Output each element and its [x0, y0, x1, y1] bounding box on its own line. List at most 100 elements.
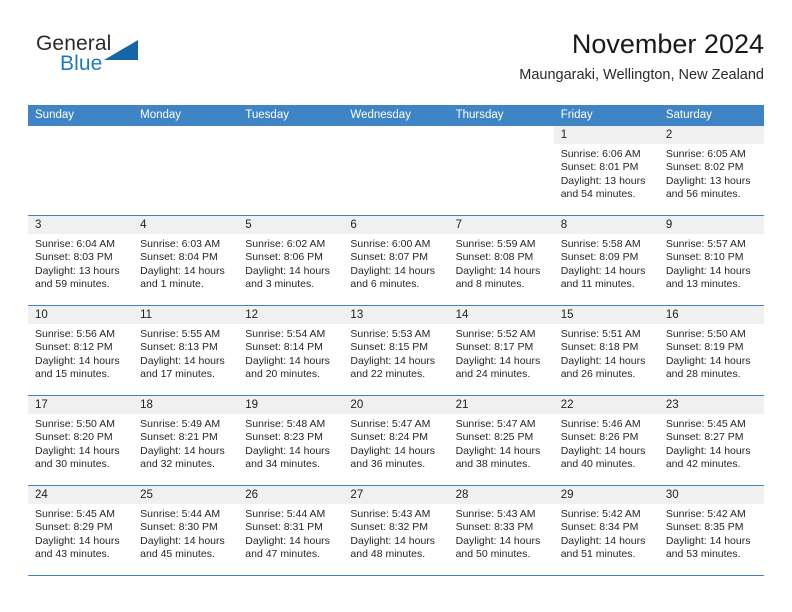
calendar-day-cell[interactable]: 20 Sunrise: 5:47 AM Sunset: 8:24 PM Dayligh…: [343, 396, 449, 485]
calendar-day-cell[interactable]: 7 Sunrise: 5:59 AM Sunset: 8:08 PM Daylight…: [448, 216, 554, 305]
calendar-day-cell[interactable]: 17 Sunrise: 5:50 AM Sunset: 8:20 PM Dayligh…: [28, 396, 134, 485]
daylight-text: Daylight: 14 hours: [560, 444, 646, 457]
logo-text-blue: Blue: [60, 52, 103, 75]
sunrise-text: Sunrise: 5:54 AM: [245, 328, 326, 340]
day-details: Sunrise: 5:50 AM Sunset: 8:19 PM Daylight:…: [659, 324, 764, 382]
day-details: Sunrise: 5:48 AM Sunset: 8:23 PM Daylight:…: [238, 414, 343, 472]
day-details: Sunrise: 6:02 AM Sunset: 8:06 PM Daylight:…: [238, 234, 343, 292]
daylight-text-cont: and 47 minutes.: [245, 548, 320, 561]
calendar-day-cell[interactable]: 22 Sunrise: 5:46 AM Sunset: 8:26 PM Dayligh…: [553, 396, 659, 485]
day-details: Sunrise: 5:51 AM Sunset: 8:18 PM Daylight:…: [554, 324, 659, 382]
day-number: 14: [448, 306, 554, 324]
calendar-day-cell[interactable]: 30 Sunrise: 5:42 AM Sunset: 8:35 PM Dayligh…: [658, 486, 764, 575]
calendar-day-cell-empty: [28, 126, 134, 215]
daylight-text: Daylight: 14 hours: [455, 264, 541, 277]
calendar-day-cell[interactable]: 26 Sunrise: 5:44 AM Sunset: 8:31 PM Dayligh…: [238, 486, 344, 575]
sunset-text: Sunset: 8:13 PM: [140, 341, 218, 354]
daylight-text-cont: and 34 minutes.: [245, 458, 320, 471]
calendar-day-cell[interactable]: 28 Sunrise: 5:43 AM Sunset: 8:33 PM Dayligh…: [448, 486, 554, 575]
daylight-text: Daylight: 14 hours: [560, 534, 646, 547]
calendar-day-cell[interactable]: 19 Sunrise: 5:48 AM Sunset: 8:23 PM Dayligh…: [238, 396, 344, 485]
day-details: Sunrise: 5:44 AM Sunset: 8:30 PM Daylight:…: [133, 504, 238, 562]
calendar-day-cell[interactable]: 21 Sunrise: 5:47 AM Sunset: 8:25 PM Dayligh…: [448, 396, 554, 485]
calendar-day-cell[interactable]: 27 Sunrise: 5:43 AM Sunset: 8:32 PM Dayligh…: [343, 486, 449, 575]
day-number: 6: [343, 216, 449, 234]
daylight-text: Daylight: 14 hours: [350, 354, 436, 367]
calendar-day-cell[interactable]: 29 Sunrise: 5:42 AM Sunset: 8:34 PM Dayligh…: [553, 486, 659, 575]
calendar-day-cell[interactable]: 11 Sunrise: 5:55 AM Sunset: 8:13 PM Dayligh…: [133, 306, 239, 395]
calendar-day-cell[interactable]: 8 Sunrise: 5:58 AM Sunset: 8:09 PM Daylight…: [553, 216, 659, 305]
daylight-text-cont: and 30 minutes.: [35, 458, 110, 471]
calendar-day-cell[interactable]: 4 Sunrise: 6:03 AM Sunset: 8:04 PM Daylight…: [133, 216, 239, 305]
sunrise-text: Sunrise: 5:55 AM: [140, 328, 221, 340]
daylight-text-cont: and 28 minutes.: [665, 368, 741, 381]
daylight-text-cont: and 24 minutes.: [455, 368, 531, 381]
calendar-week-row: 17 Sunrise: 5:50 AM Sunset: 8:20 PM Dayligh…: [28, 395, 764, 485]
page-title: November 2024: [571, 29, 764, 59]
sunset-text: Sunset: 8:31 PM: [245, 521, 323, 534]
day-number: 5: [238, 216, 344, 234]
daylight-text-cont: and 17 minutes.: [140, 368, 215, 381]
day-details: Sunrise: 5:43 AM Sunset: 8:33 PM Daylight:…: [449, 504, 554, 562]
calendar-day-cell[interactable]: 10 Sunrise: 5:56 AM Sunset: 8:12 PM Dayligh…: [28, 306, 134, 395]
daylight-text-cont: and 32 minutes.: [140, 458, 215, 471]
sunrise-text: Sunrise: 5:53 AM: [350, 328, 431, 340]
sunrise-text: Sunrise: 5:49 AM: [140, 418, 221, 430]
day-details: Sunrise: 5:49 AM Sunset: 8:21 PM Daylight:…: [133, 414, 238, 472]
day-number: [343, 126, 449, 144]
sunrise-text: Sunrise: 6:04 AM: [35, 238, 115, 250]
calendar-day-cell[interactable]: 18 Sunrise: 5:49 AM Sunset: 8:21 PM Dayligh…: [133, 396, 239, 485]
calendar-day-cell[interactable]: 24 Sunrise: 5:45 AM Sunset: 8:29 PM Dayligh…: [28, 486, 134, 575]
sunset-text: Sunset: 8:21 PM: [140, 431, 218, 444]
sunset-text: Sunset: 8:04 PM: [140, 251, 218, 264]
daylight-text-cont: and 22 minutes.: [350, 368, 426, 381]
calendar-day-cell[interactable]: 13 Sunrise: 5:53 AM Sunset: 8:15 PM Dayligh…: [343, 306, 449, 395]
calendar-day-cell-empty: [238, 126, 344, 215]
day-details: Sunrise: 5:46 AM Sunset: 8:26 PM Daylight:…: [554, 414, 659, 472]
calendar-day-cell[interactable]: 1 Sunrise: 6:06 AM Sunset: 8:01 PM Daylight…: [553, 126, 659, 215]
sunset-text: Sunset: 8:15 PM: [350, 341, 429, 354]
sunset-text: Sunset: 8:12 PM: [35, 341, 113, 354]
logo[interactable]: General Blue: [28, 32, 178, 88]
sunset-text: Sunset: 8:19 PM: [665, 341, 744, 354]
day-details: Sunrise: 6:00 AM Sunset: 8:07 PM Daylight:…: [343, 234, 448, 292]
sunset-text: Sunset: 8:02 PM: [665, 161, 744, 174]
calendar-week-row: 3 Sunrise: 6:04 AM Sunset: 8:03 PM Daylight…: [28, 215, 764, 305]
calendar-day-cell[interactable]: 5 Sunrise: 6:02 AM Sunset: 8:06 PM Daylight…: [238, 216, 344, 305]
day-details: Sunrise: 5:56 AM Sunset: 8:12 PM Daylight:…: [28, 324, 133, 382]
calendar-day-cell[interactable]: 23 Sunrise: 5:45 AM Sunset: 8:27 PM Dayligh…: [658, 396, 764, 485]
day-details: Sunrise: 5:54 AM Sunset: 8:14 PM Daylight:…: [238, 324, 343, 382]
calendar-week-row: 24 Sunrise: 5:45 AM Sunset: 8:29 PM Dayligh…: [28, 485, 764, 575]
day-number: 26: [238, 486, 344, 504]
calendar-day-cell[interactable]: 6 Sunrise: 6:00 AM Sunset: 8:07 PM Daylight…: [343, 216, 449, 305]
weekday-header-wednesday: Wednesday: [350, 109, 411, 121]
calendar-day-cell[interactable]: 15 Sunrise: 5:51 AM Sunset: 8:18 PM Dayligh…: [553, 306, 659, 395]
daylight-text: Daylight: 14 hours: [350, 264, 436, 277]
sunset-text: Sunset: 8:17 PM: [455, 341, 534, 354]
day-number: [28, 126, 134, 144]
sunset-text: Sunset: 8:01 PM: [560, 161, 639, 174]
day-details: Sunrise: 5:57 AM Sunset: 8:10 PM Daylight:…: [659, 234, 764, 292]
sunset-text: Sunset: 8:29 PM: [35, 521, 113, 534]
daylight-text: Daylight: 13 hours: [35, 264, 120, 277]
calendar-day-cell[interactable]: 12 Sunrise: 5:54 AM Sunset: 8:14 PM Dayligh…: [238, 306, 344, 395]
grid-bottom-rule: [28, 575, 764, 576]
calendar-day-cell[interactable]: 16 Sunrise: 5:50 AM Sunset: 8:19 PM Dayligh…: [658, 306, 764, 395]
calendar-day-cell[interactable]: 3 Sunrise: 6:04 AM Sunset: 8:03 PM Daylight…: [28, 216, 134, 305]
calendar-day-cell[interactable]: 14 Sunrise: 5:52 AM Sunset: 8:17 PM Dayligh…: [448, 306, 554, 395]
calendar-day-cell[interactable]: 9 Sunrise: 5:57 AM Sunset: 8:10 PM Daylight…: [658, 216, 764, 305]
day-number: 13: [343, 306, 449, 324]
day-details: Sunrise: 5:45 AM Sunset: 8:27 PM Daylight:…: [659, 414, 764, 472]
day-details: Sunrise: 5:45 AM Sunset: 8:29 PM Daylight:…: [28, 504, 133, 562]
calendar-day-cell[interactable]: 2 Sunrise: 6:05 AM Sunset: 8:02 PM Daylight…: [658, 126, 764, 215]
daylight-text-cont: and 13 minutes.: [665, 278, 741, 291]
calendar-day-cell[interactable]: 25 Sunrise: 5:44 AM Sunset: 8:30 PM Dayligh…: [133, 486, 239, 575]
sunrise-text: Sunrise: 5:42 AM: [665, 508, 746, 520]
calendar-week-row: 10 Sunrise: 5:56 AM Sunset: 8:12 PM Dayligh…: [28, 305, 764, 395]
daylight-text-cont: and 54 minutes.: [560, 188, 636, 201]
day-details: Sunrise: 5:42 AM Sunset: 8:34 PM Daylight:…: [554, 504, 659, 562]
sunset-text: Sunset: 8:20 PM: [35, 431, 113, 444]
sunset-text: Sunset: 8:25 PM: [455, 431, 534, 444]
day-number: 24: [28, 486, 134, 504]
day-number: 3: [28, 216, 134, 234]
